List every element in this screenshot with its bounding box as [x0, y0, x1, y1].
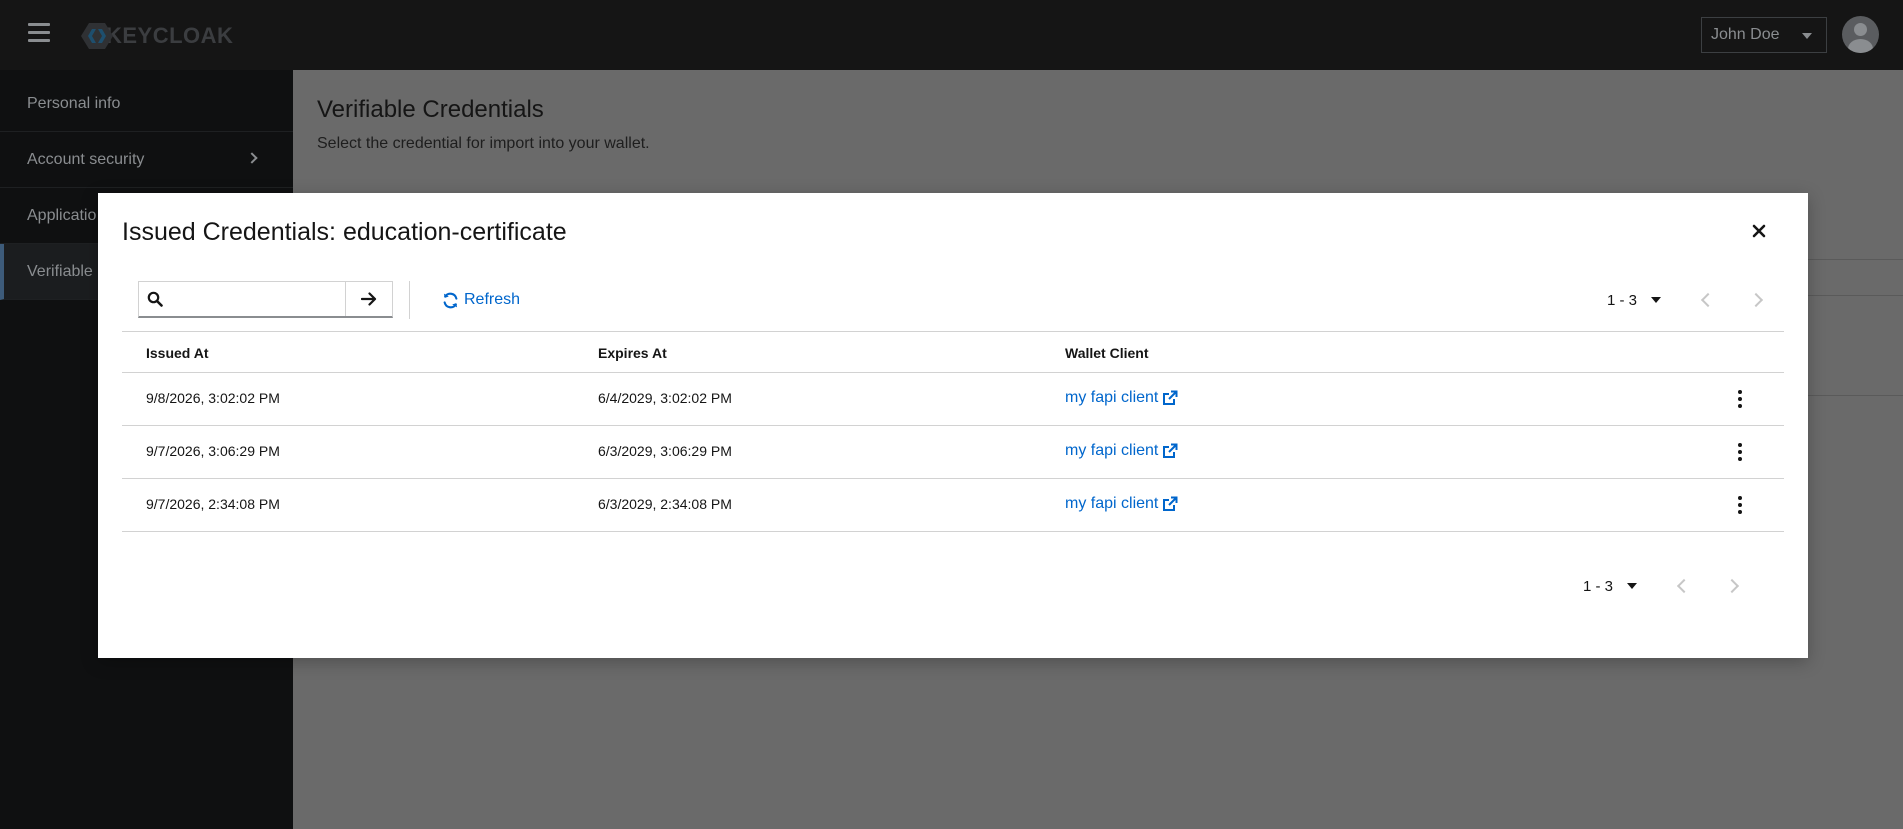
row-actions-kebab-icon[interactable]: [1730, 494, 1750, 516]
user-name: John Doe: [1711, 26, 1780, 43]
external-link-icon: [1163, 443, 1178, 458]
pagination-range-toggle[interactable]: 1 - 3: [1583, 577, 1638, 595]
arrow-right-icon: [361, 292, 377, 306]
external-link-icon: [1163, 496, 1178, 511]
sync-icon: [443, 292, 458, 308]
expires-at-cell: 6/3/2029, 2:34:08 PM: [598, 496, 732, 512]
caret-down-icon: [1802, 33, 1812, 39]
wallet-client-link[interactable]: my fapi client: [1065, 389, 1178, 407]
caret-down-icon: [1651, 297, 1662, 303]
issued-at-cell: 9/7/2026, 3:06:29 PM: [146, 443, 280, 459]
logo-text: KEYCLOAK: [106, 23, 234, 48]
chevron-right-icon: [246, 152, 258, 164]
external-link-icon: [1163, 390, 1178, 405]
issued-credentials-modal: Issued Credentials: education-certificat…: [98, 193, 1808, 658]
keycloak-logo-icon: [80, 21, 114, 51]
page-subtitle: Select the credential for import into yo…: [317, 135, 650, 152]
table-row: 9/8/2026, 3:02:02 PM 6/4/2029, 3:02:02 P…: [122, 373, 1784, 426]
page-title: Verifiable Credentials: [317, 96, 544, 123]
previous-page-button[interactable]: [1676, 578, 1692, 594]
column-header-wallet-client[interactable]: Wallet Client: [1065, 345, 1149, 361]
sidebar-item-label: Applicatio: [27, 206, 97, 224]
row-actions-kebab-icon[interactable]: [1730, 388, 1750, 410]
wallet-client-label: my fapi client: [1065, 495, 1159, 512]
sidebar-item-label: Account security: [27, 150, 145, 168]
pagination-bottom: 1 - 3: [1583, 571, 1740, 601]
wallet-client-link[interactable]: my fapi client: [1065, 495, 1178, 513]
pagination-range: 1 - 3: [1583, 577, 1614, 595]
avatar[interactable]: [1842, 16, 1879, 53]
refresh-button[interactable]: Refresh: [442, 287, 520, 313]
expires-at-cell: 6/4/2029, 3:02:02 PM: [598, 390, 732, 406]
sidebar-item-label: Personal info: [27, 94, 121, 112]
column-header-issued-at[interactable]: Issued At: [146, 345, 209, 361]
credentials-table: Issued At Expires At Wallet Client 9/8/2…: [122, 331, 1784, 532]
close-icon[interactable]: [1748, 220, 1770, 242]
search-field: [139, 282, 347, 316]
user-menu-toggle[interactable]: John Doe: [1701, 17, 1827, 53]
search-icon: [147, 291, 165, 309]
table-row: 9/7/2026, 2:34:08 PM 6/3/2029, 2:34:08 P…: [122, 479, 1784, 532]
table-row: 9/7/2026, 3:06:29 PM 6/3/2029, 3:06:29 P…: [122, 426, 1784, 479]
search-input[interactable]: [169, 286, 341, 314]
wallet-client-label: my fapi client: [1065, 442, 1159, 459]
pagination-range: 1 - 3: [1607, 291, 1638, 309]
expires-at-cell: 6/3/2029, 3:06:29 PM: [598, 443, 732, 459]
issued-at-cell: 9/7/2026, 2:34:08 PM: [146, 496, 280, 512]
table-header: Issued At Expires At Wallet Client: [122, 331, 1784, 373]
sidebar-item-personal-info[interactable]: Personal info: [0, 76, 293, 132]
pagination-top: 1 - 3: [1607, 285, 1764, 315]
previous-page-button[interactable]: [1700, 292, 1716, 308]
toolbar-divider: [409, 281, 410, 319]
column-header-expires-at[interactable]: Expires At: [598, 345, 667, 361]
search-group: [138, 281, 393, 318]
search-submit-button[interactable]: [346, 282, 392, 316]
wallet-client-link[interactable]: my fapi client: [1065, 442, 1178, 460]
refresh-label: Refresh: [464, 291, 521, 308]
issued-at-cell: 9/8/2026, 3:02:02 PM: [146, 390, 280, 406]
next-page-button[interactable]: [1748, 292, 1764, 308]
sidebar-item-label: Verifiable: [27, 262, 93, 280]
masthead: KEYCLOAK John Doe: [0, 0, 1903, 70]
modal-title: Issued Credentials: education-certificat…: [122, 218, 567, 246]
hamburger-icon[interactable]: [28, 23, 50, 43]
caret-down-icon: [1627, 583, 1638, 589]
next-page-button[interactable]: [1724, 578, 1740, 594]
keycloak-logo[interactable]: KEYCLOAK: [80, 20, 233, 52]
pagination-range-toggle[interactable]: 1 - 3: [1607, 291, 1662, 309]
sidebar-item-account-security[interactable]: Account security: [0, 132, 293, 188]
wallet-client-label: my fapi client: [1065, 389, 1159, 406]
row-actions-kebab-icon[interactable]: [1730, 441, 1750, 463]
